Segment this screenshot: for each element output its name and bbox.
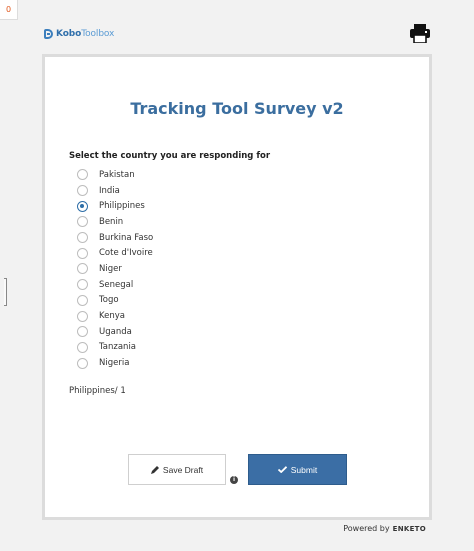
radio-unchecked-icon[interactable] bbox=[77, 169, 88, 181]
logo-text-light: Toolbox bbox=[81, 29, 115, 39]
radio-unchecked-icon[interactable] bbox=[77, 357, 88, 369]
form-title: Tracking Tool Survey v2 bbox=[130, 99, 344, 118]
radio-unchecked-icon[interactable] bbox=[77, 232, 88, 244]
save-draft-label: Save Draft bbox=[162, 464, 204, 475]
option-label: Benin bbox=[99, 216, 124, 227]
country-option[interactable]: Burkina Faso bbox=[77, 230, 153, 246]
radio-unchecked-icon[interactable] bbox=[77, 263, 88, 275]
submit-button[interactable]: Submit bbox=[248, 454, 347, 485]
country-options: Pakistan India Philippines Benin Burkina Fas… bbox=[77, 167, 153, 371]
question-label: Select the country you are responding fo… bbox=[69, 151, 271, 161]
country-option[interactable]: Senegal bbox=[77, 277, 153, 293]
option-label: Cote d'Ivoire bbox=[99, 248, 153, 259]
printer-icon[interactable] bbox=[410, 24, 430, 43]
country-option[interactable]: Philippines bbox=[77, 198, 153, 214]
radio-unchecked-icon[interactable] bbox=[77, 341, 88, 353]
radio-unchecked-icon[interactable] bbox=[77, 326, 88, 338]
enketo-logo[interactable]: ENKETO bbox=[393, 525, 426, 533]
country-option[interactable]: India bbox=[77, 183, 153, 199]
radio-unchecked-icon[interactable] bbox=[77, 279, 88, 291]
country-option[interactable]: Niger bbox=[77, 261, 153, 277]
country-option[interactable]: Cote d'Ivoire bbox=[77, 245, 153, 261]
corner-badge: 0 bbox=[0, 0, 18, 20]
option-label: Nigeria bbox=[99, 358, 130, 369]
country-option[interactable]: Uganda bbox=[77, 324, 153, 340]
checkmark-icon bbox=[277, 466, 287, 473]
form-card: Tracking Tool Survey v2 Select the count… bbox=[42, 54, 432, 520]
option-label: Pakistan bbox=[99, 169, 135, 180]
top-bar: 0 KoboToolbox bbox=[0, 0, 474, 52]
powered-by-footer: Powered by ENKETO bbox=[343, 524, 426, 533]
option-label: India bbox=[99, 185, 120, 196]
country-option[interactable]: Pakistan bbox=[77, 167, 153, 183]
option-label: Uganda bbox=[99, 326, 132, 337]
powered-by-text: Powered by bbox=[343, 524, 390, 533]
logo-text-strong: Kobo bbox=[56, 29, 82, 39]
info-icon[interactable]: i bbox=[230, 476, 238, 484]
radio-unchecked-icon[interactable] bbox=[77, 294, 88, 306]
radio-checked-icon[interactable] bbox=[77, 200, 88, 212]
option-label: Tanzania bbox=[99, 342, 137, 353]
option-label: Senegal bbox=[99, 279, 134, 290]
option-label: Togo bbox=[99, 295, 119, 306]
kobotoolbox-logo[interactable]: KoboToolbox bbox=[44, 27, 114, 41]
option-label: Burkina Faso bbox=[99, 232, 154, 243]
country-option[interactable]: Kenya bbox=[77, 308, 153, 324]
country-option[interactable]: Togo bbox=[77, 293, 153, 309]
submit-label: Submit bbox=[290, 464, 318, 475]
radio-unchecked-icon[interactable] bbox=[77, 247, 88, 259]
country-option[interactable]: Tanzania bbox=[77, 340, 153, 356]
calculated-value: Philippines/ 1 bbox=[69, 386, 126, 396]
radio-unchecked-icon[interactable] bbox=[77, 185, 88, 197]
logo-text: KoboToolbox bbox=[56, 29, 114, 39]
option-label: Kenya bbox=[99, 311, 126, 322]
kobo-logo-icon bbox=[44, 29, 53, 39]
radio-unchecked-icon[interactable] bbox=[77, 216, 88, 228]
save-draft-button[interactable]: Save Draft bbox=[128, 454, 226, 485]
pencil-icon bbox=[150, 465, 159, 474]
radio-unchecked-icon[interactable] bbox=[77, 310, 88, 322]
country-option[interactable]: Benin bbox=[77, 214, 153, 230]
option-label: Philippines bbox=[99, 201, 145, 212]
country-option[interactable]: Nigeria bbox=[77, 355, 153, 371]
option-label: Niger bbox=[99, 263, 122, 274]
side-drag-handle[interactable] bbox=[4, 278, 7, 306]
